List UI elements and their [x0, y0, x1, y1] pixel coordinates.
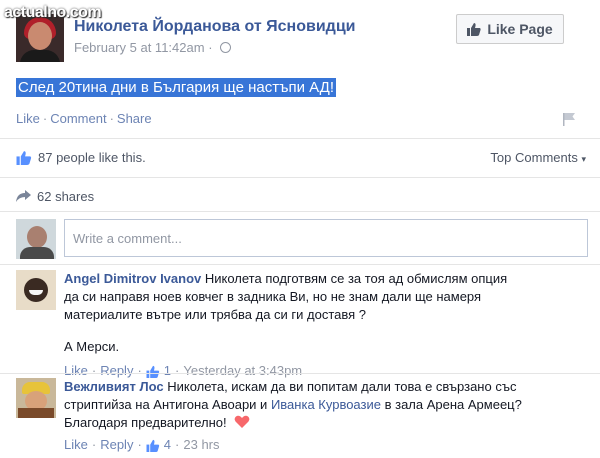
comment-text: А Мерси. — [64, 339, 120, 354]
shares-count-link[interactable]: 62 shares — [37, 189, 94, 204]
post-timestamp[interactable]: February 5 at 11:42am — [74, 40, 205, 55]
dot-separator: · — [208, 40, 217, 55]
divider — [0, 373, 600, 374]
heart-icon — [234, 415, 250, 428]
comment-timestamp[interactable]: 23 hrs — [183, 436, 219, 454]
post-text: След 20тина дни в България ще настъпи АД… — [16, 78, 336, 97]
share-arrow-icon — [16, 190, 31, 202]
watermark: actualno.com — [4, 4, 102, 21]
action-separator: · — [109, 111, 114, 126]
comment-text: в зала Арена Армеец? — [384, 397, 522, 412]
comment-text: Благодаря предварително! — [64, 415, 227, 430]
footer-separator: · — [175, 437, 180, 452]
comment-author[interactable]: Angel Dimitrov Ivanov — [64, 271, 201, 286]
action-separator: · — [42, 111, 48, 126]
page-name-link[interactable]: Николета Йорданова от Ясновидци — [74, 18, 355, 36]
top-comments-dropdown[interactable]: Top Comments ▾ — [490, 150, 586, 165]
comment-like-action[interactable]: Like — [64, 436, 88, 454]
like-page-button[interactable]: Like Page — [456, 14, 564, 44]
divider — [0, 138, 600, 139]
share-action[interactable]: Share — [117, 111, 152, 126]
divider — [0, 177, 600, 178]
user-avatar — [16, 219, 56, 259]
likes-summary: 87 people like this. — [16, 150, 146, 165]
comment-input[interactable]: Write a comment... — [64, 219, 588, 257]
comment-author[interactable]: Вежливият Лос — [64, 379, 164, 394]
caret-down-icon: ▾ — [581, 154, 586, 164]
comment-text: стриптийза на Антигона Авоари и — [64, 397, 268, 412]
top-comments-label: Top Comments — [490, 150, 578, 165]
likes-count-link[interactable]: 87 people like this. — [38, 150, 146, 165]
post-header: Николета Йорданова от Ясновидци February… — [16, 14, 584, 62]
comment-action[interactable]: Comment — [50, 111, 106, 126]
footer-separator: · — [137, 437, 142, 452]
commenter-avatar[interactable] — [16, 270, 56, 310]
divider — [0, 211, 600, 212]
like-action[interactable]: Like — [16, 111, 40, 126]
thumbs-up-icon — [467, 23, 481, 36]
thumbs-up-icon — [146, 439, 159, 452]
comment-text: Николета, искам да ви попитам дали това … — [167, 379, 517, 394]
post-meta: February 5 at 11:42am · — [74, 40, 232, 55]
commenter-avatar[interactable] — [16, 378, 56, 418]
like-page-label: Like Page — [487, 21, 553, 37]
globe-icon — [220, 42, 232, 53]
shares-summary: 62 shares — [16, 189, 94, 204]
mention-link[interactable]: Иванка Курвоазие — [271, 397, 381, 412]
comment-body: Angel Dimitrov Ivanov Николета подготвям… — [64, 270, 588, 380]
thumbs-up-icon — [146, 365, 159, 378]
comment-text: Николета подготвям се за тоя ад обмислям… — [204, 271, 508, 286]
footer-separator: · — [91, 437, 97, 452]
divider — [0, 264, 600, 265]
comment-body: Вежливият Лос Николета, искам да ви попи… — [64, 378, 588, 454]
flag-icon[interactable] — [562, 112, 576, 126]
post-actions: Like · Comment · Share — [16, 111, 152, 126]
comment-text: да си направя ноев ковчег в задника Ви, … — [64, 289, 482, 304]
comment-reply-action[interactable]: Reply — [100, 436, 133, 454]
comment-text: материалите вътре или трябва да си ги до… — [64, 307, 367, 322]
thumbs-up-icon — [16, 151, 32, 165]
comment-footer: Like · Reply · 4 · 23 hrs — [64, 436, 588, 454]
comment-like-count[interactable]: 4 — [164, 436, 171, 454]
